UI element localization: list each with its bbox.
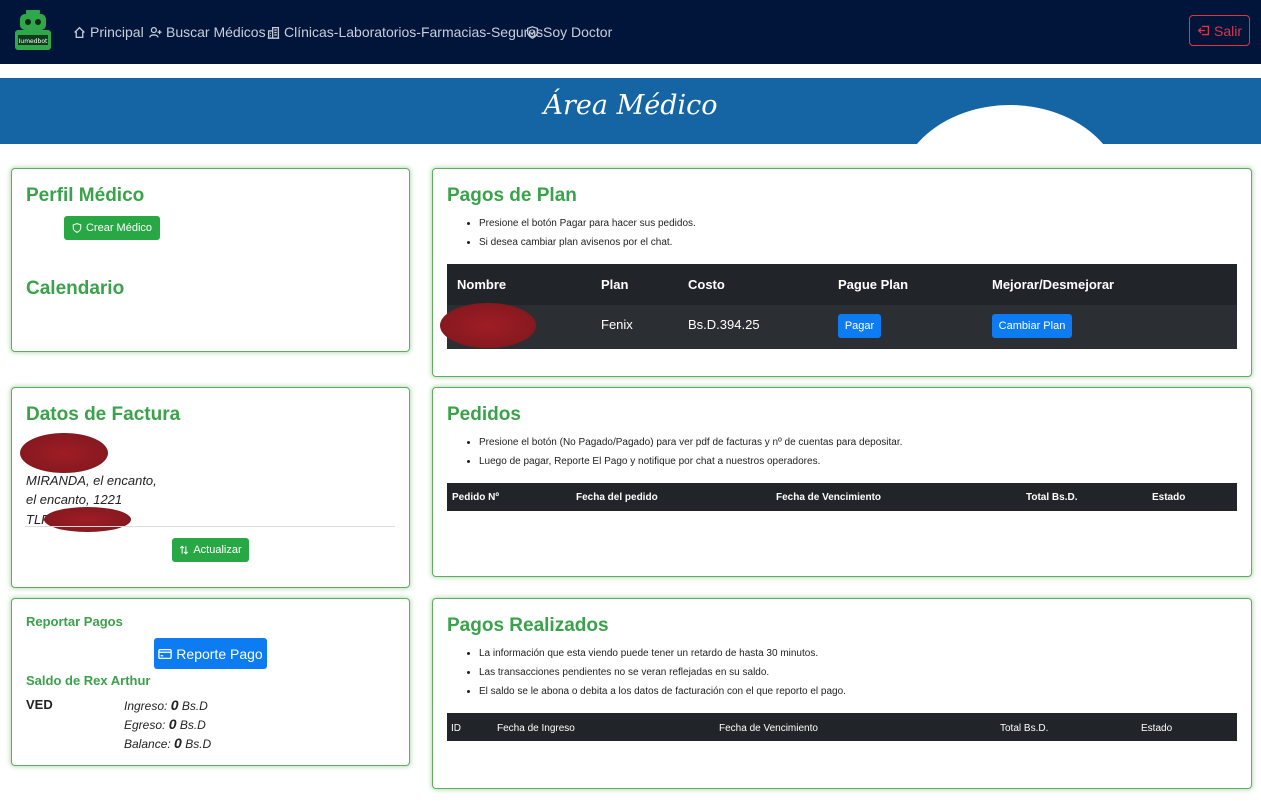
credit-card-icon bbox=[158, 648, 173, 659]
balance-value: 0 bbox=[174, 735, 182, 751]
balance-unit: Bs.D bbox=[185, 737, 212, 751]
factura-address-line2: el encanto, 1221 bbox=[26, 492, 123, 507]
nav-item-label: Clínicas-Laboratorios-Farmacias-Seguros bbox=[284, 24, 544, 40]
pedidos-notes: Presione el botón (No Pagado/Pagado) par… bbox=[465, 433, 902, 471]
sort-arrows-icon bbox=[180, 545, 189, 555]
pedidos-card bbox=[432, 387, 1252, 577]
reporte-pago-label: Reporte Pago bbox=[176, 645, 263, 662]
nav-item-label: Soy Doctor bbox=[543, 24, 613, 40]
pagar-button[interactable]: Pagar bbox=[838, 314, 881, 338]
note-item: Si desea cambiar plan avisenos por el ch… bbox=[479, 233, 696, 252]
balance-line: Balance: 0 Bs.D bbox=[124, 735, 211, 751]
page-title: Área Médico bbox=[543, 90, 718, 121]
col-id: ID bbox=[451, 723, 461, 734]
col-costo: Costo bbox=[688, 277, 725, 292]
redacted-name bbox=[20, 433, 108, 473]
iumedbot-logo[interactable]: Iumedbot bbox=[12, 8, 54, 54]
egreso-line: Egreso: 0 Bs.D bbox=[124, 716, 206, 732]
plan-table-header: Nombre Plan Costo Pague Plan Mejorar/Des… bbox=[447, 264, 1237, 305]
shield-icon bbox=[72, 223, 82, 233]
ingreso-line: Ingreso: 0 Bs.D bbox=[124, 697, 208, 713]
saldo-title: Saldo de Rex Arthur bbox=[26, 673, 151, 688]
pagos-plan-notes: Presione el botón Pagar para hacer sus p… bbox=[465, 214, 696, 252]
col-plan: Plan bbox=[601, 277, 629, 292]
actualizar-label: Actualizar bbox=[193, 544, 242, 556]
calendario-title: Calendario bbox=[26, 278, 125, 299]
cell-plan: Fenix bbox=[601, 317, 633, 332]
note-item: La información que esta viendo puede ten… bbox=[479, 644, 846, 663]
nav-item-label: Buscar Médicos bbox=[166, 24, 266, 40]
col-estado: Estado bbox=[1141, 723, 1173, 734]
reportar-pagos-title: Reportar Pagos bbox=[26, 614, 123, 629]
datos-factura-title: Datos de Factura bbox=[26, 404, 181, 425]
actualizar-button[interactable]: Actualizar bbox=[172, 538, 249, 562]
pagos-plan-title: Pagos de Plan bbox=[447, 185, 577, 206]
crear-medico-label: Crear Médico bbox=[85, 222, 153, 234]
col-mejorar: Mejorar/Desmejorar bbox=[992, 277, 1115, 292]
pedidos-title: Pedidos bbox=[447, 404, 521, 425]
col-pedido-no: Pedido Nº bbox=[452, 492, 499, 503]
note-item: El saldo se le abona o debita a los dato… bbox=[479, 682, 846, 701]
crear-medico-button[interactable]: Crear Médico bbox=[64, 216, 160, 240]
balance-label: Balance: bbox=[124, 737, 171, 751]
ingreso-label: Ingreso: bbox=[124, 699, 168, 713]
col-fecha-ingreso: Fecha de Ingreso bbox=[497, 723, 575, 734]
egreso-value: 0 bbox=[168, 716, 177, 732]
col-total: Total Bs.D. bbox=[1026, 492, 1078, 503]
logout-label: Salir bbox=[1213, 22, 1242, 39]
perfil-medico-title: Perfil Médico bbox=[26, 185, 145, 206]
nav-item-buscar-medicos[interactable]: Buscar Médicos bbox=[149, 22, 266, 42]
nav-item-principal[interactable]: Principal bbox=[73, 22, 144, 42]
logo-text: Iumedbot bbox=[19, 38, 48, 45]
hero-banner: Área Médico bbox=[0, 78, 1261, 144]
ingreso-value: 0 bbox=[170, 697, 179, 713]
home-icon bbox=[74, 26, 85, 38]
note-item: Luego de pagar, Reporte El Pago y notifi… bbox=[479, 452, 902, 471]
col-nombre: Nombre bbox=[457, 277, 507, 292]
pagos-realizados-title: Pagos Realizados bbox=[447, 615, 609, 636]
logout-button[interactable]: Salir bbox=[1189, 15, 1250, 46]
note-item: Presione el botón Pagar para hacer sus p… bbox=[479, 214, 696, 233]
currency-label: VED bbox=[26, 697, 53, 712]
logout-icon bbox=[1197, 25, 1210, 36]
redacted-phone bbox=[44, 507, 131, 532]
building-icon bbox=[267, 26, 280, 39]
shield-icon bbox=[526, 25, 539, 39]
egreso-unit: Bs.D bbox=[179, 718, 206, 732]
note-item: Presione el botón (No Pagado/Pagado) par… bbox=[479, 433, 902, 452]
redacted-nombre bbox=[440, 303, 536, 348]
realizados-table-header: ID Fecha de Ingreso Fecha de Vencimiento… bbox=[447, 713, 1237, 741]
user-plus-icon bbox=[149, 26, 162, 38]
divider bbox=[25, 526, 395, 527]
egreso-label: Egreso: bbox=[124, 718, 166, 732]
nav-item-soy-doctor[interactable]: Soy Doctor bbox=[526, 22, 612, 42]
col-total: Total Bs.D. bbox=[1000, 723, 1049, 734]
col-estado: Estado bbox=[1152, 492, 1186, 503]
top-navbar: Iumedbot Principal Buscar Médicos Clínic… bbox=[0, 0, 1261, 64]
pagos-realizados-notes: La información que esta viendo puede ten… bbox=[465, 644, 846, 701]
note-item: Las transacciones pendientes no se veran… bbox=[479, 663, 846, 682]
ingreso-unit: Bs.D bbox=[181, 699, 208, 713]
col-fecha-pedido: Fecha del pedido bbox=[576, 492, 658, 503]
factura-address-line1: MIRANDA, el encanto, bbox=[26, 473, 157, 488]
pedidos-table-header: Pedido Nº Fecha del pedido Fecha de Venc… bbox=[447, 483, 1237, 511]
nav-item-label: Principal bbox=[90, 24, 144, 40]
cambiar-plan-button[interactable]: Cambiar Plan bbox=[992, 314, 1072, 338]
col-pague-plan: Pague Plan bbox=[838, 277, 909, 292]
nav-item-clinicas[interactable]: Clínicas-Laboratorios-Farmacias-Seguros bbox=[267, 22, 543, 42]
col-fecha-vencimiento: Fecha de Vencimiento bbox=[776, 492, 882, 503]
reporte-pago-button[interactable]: Reporte Pago bbox=[154, 638, 267, 669]
col-fecha-vencimiento: Fecha de Vencimiento bbox=[719, 723, 818, 734]
cell-costo: Bs.D.394.25 bbox=[688, 317, 760, 332]
